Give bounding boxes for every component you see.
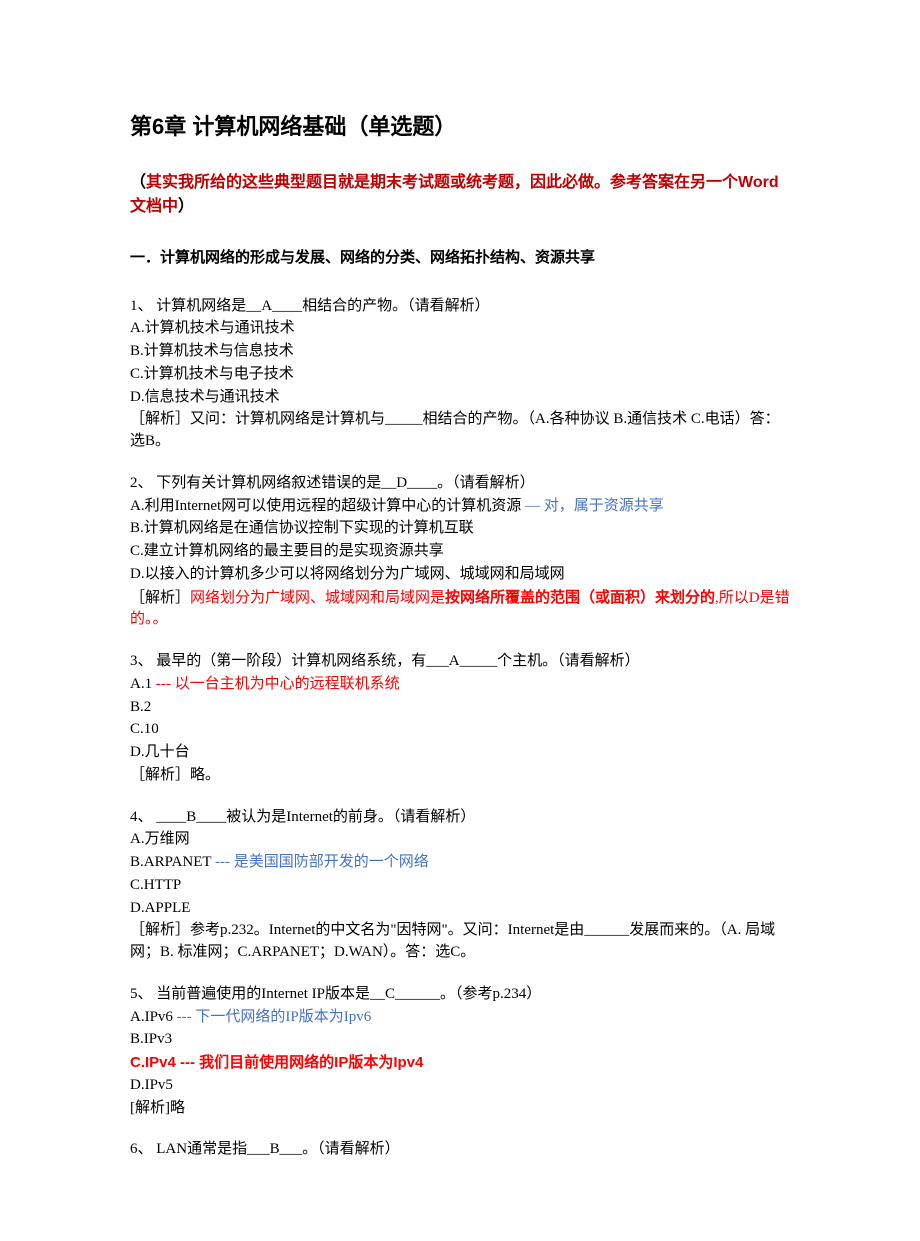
intro-note: （其实我所给的这些典型题目就是期末考试题或统考题，因此必做。参考答案在另一个Wo… bbox=[130, 171, 790, 219]
page-title: 第6章 计算机网络基础（单选题） bbox=[130, 110, 790, 143]
q5-option-b: B.IPv3 bbox=[130, 1029, 790, 1051]
q2-analysis-red1: 网络划分为广域网、城域网和局域网是 bbox=[190, 590, 445, 606]
question-4: 4、 ____B____被认为是Internet的前身。（请看解析） A.万维网… bbox=[130, 807, 790, 964]
section-heading: 一．计算机网络的形成与发展、网络的分类、网络拓扑结构、资源共享 bbox=[130, 247, 790, 270]
q5-a-text: A.IPv6 bbox=[130, 1009, 173, 1025]
q5-option-a: A.IPv6 --- 下一代网络的IP版本为Ipv6 bbox=[130, 1007, 790, 1029]
q2-a-note: — 对，属于资源共享 bbox=[521, 498, 664, 514]
q5-option-d: D.IPv5 bbox=[130, 1075, 790, 1097]
q2-analysis-prefix: ［解析］ bbox=[130, 590, 190, 606]
q4-option-c: C.HTTP bbox=[130, 875, 790, 897]
q2-option-c: C.建立计算机网络的最主要目的是实现资源共享 bbox=[130, 541, 790, 563]
q5-prompt: 5、 当前普遍使用的Internet IP版本是__C______。（参考p.2… bbox=[130, 984, 790, 1006]
q2-analysis: ［解析］网络划分为广域网、城域网和局域网是按网络所覆盖的范围（或面积）来划分的,… bbox=[130, 587, 790, 632]
q5-analysis: [解析]略 bbox=[130, 1098, 790, 1120]
q1-option-c: C.计算机技术与电子技术 bbox=[130, 364, 790, 386]
note-red-text: 其实我所给的这些典型题目就是期末考试题或统考题，因此必做。参考答案在另一个Wor… bbox=[130, 174, 779, 215]
q2-option-d: D.以接入的计算机多少可以将网络划分为广域网、城域网和局域网 bbox=[130, 564, 790, 586]
q4-b-text: B.ARPANET bbox=[130, 854, 211, 870]
q2-option-a: A.利用Internet网可以使用远程的超级计算中心的计算机资源 — 对，属于资… bbox=[130, 496, 790, 518]
question-6: 6、 LAN通常是指___B___。（请看解析） bbox=[130, 1139, 790, 1161]
q3-analysis: ［解析］略。 bbox=[130, 765, 790, 787]
q1-prompt: 1、 计算机网络是__A____相结合的产物。（请看解析） bbox=[130, 296, 790, 318]
note-paren-close: ） bbox=[178, 198, 194, 215]
q3-option-b: B.2 bbox=[130, 697, 790, 719]
q4-prompt: 4、 ____B____被认为是Internet的前身。（请看解析） bbox=[130, 807, 790, 829]
q5-c-text: C.IPv4 bbox=[130, 1054, 176, 1071]
q3-a-note: --- 以一台主机为中心的远程联机系统 bbox=[152, 676, 400, 692]
q1-option-a: A.计算机技术与通讯技术 bbox=[130, 318, 790, 340]
q4-option-a: A.万维网 bbox=[130, 829, 790, 851]
q3-option-c: C.10 bbox=[130, 719, 790, 741]
q5-c-note: --- 我们目前使用网络的IP版本为Ipv4 bbox=[176, 1054, 424, 1071]
question-2: 2、 下列有关计算机网络叙述错误的是__D____。（请看解析） A.利用Int… bbox=[130, 473, 790, 631]
q1-option-d: D.信息技术与通讯技术 bbox=[130, 387, 790, 409]
q2-a-text: A.利用Internet网可以使用远程的超级计算中心的计算机资源 bbox=[130, 498, 521, 514]
q4-b-note: --- 是美国国防部开发的一个网络 bbox=[211, 854, 429, 870]
q2-prompt: 2、 下列有关计算机网络叙述错误的是__D____。（请看解析） bbox=[130, 473, 790, 495]
q4-analysis: ［解析］参考p.232。Internet的中文名为"因特网"。又问：Intern… bbox=[130, 920, 790, 964]
q5-option-c: C.IPv4 --- 我们目前使用网络的IP版本为Ipv4 bbox=[130, 1052, 790, 1074]
q3-prompt: 3、 最早的（第一阶段）计算机网络系统，有___A_____个主机。（请看解析） bbox=[130, 651, 790, 673]
q5-a-note: --- 下一代网络的IP版本为Ipv6 bbox=[173, 1009, 371, 1025]
q1-analysis: ［解析］又问：计算机网络是计算机与_____相结合的产物。（A.各种协议 B.通… bbox=[130, 409, 790, 453]
q1-option-b: B.计算机技术与信息技术 bbox=[130, 341, 790, 363]
q3-option-d: D.几十台 bbox=[130, 742, 790, 764]
question-1: 1、 计算机网络是__A____相结合的产物。（请看解析） A.计算机技术与通讯… bbox=[130, 296, 790, 453]
q6-prompt: 6、 LAN通常是指___B___。（请看解析） bbox=[130, 1139, 790, 1161]
q4-option-d: D.APPLE bbox=[130, 898, 790, 920]
q4-option-b: B.ARPANET --- 是美国国防部开发的一个网络 bbox=[130, 852, 790, 874]
note-paren-open: （ bbox=[130, 174, 146, 191]
q3-option-a: A.1 --- 以一台主机为中心的远程联机系统 bbox=[130, 674, 790, 696]
q3-a-text: A.1 bbox=[130, 676, 152, 692]
question-5: 5、 当前普遍使用的Internet IP版本是__C______。（参考p.2… bbox=[130, 984, 790, 1120]
q2-option-b: B.计算机网络是在通信协议控制下实现的计算机互联 bbox=[130, 518, 790, 540]
question-3: 3、 最早的（第一阶段）计算机网络系统，有___A_____个主机。（请看解析）… bbox=[130, 651, 790, 787]
q2-analysis-red-bold: 按网络所覆盖的范围（或面积）来划分的 bbox=[445, 589, 715, 606]
